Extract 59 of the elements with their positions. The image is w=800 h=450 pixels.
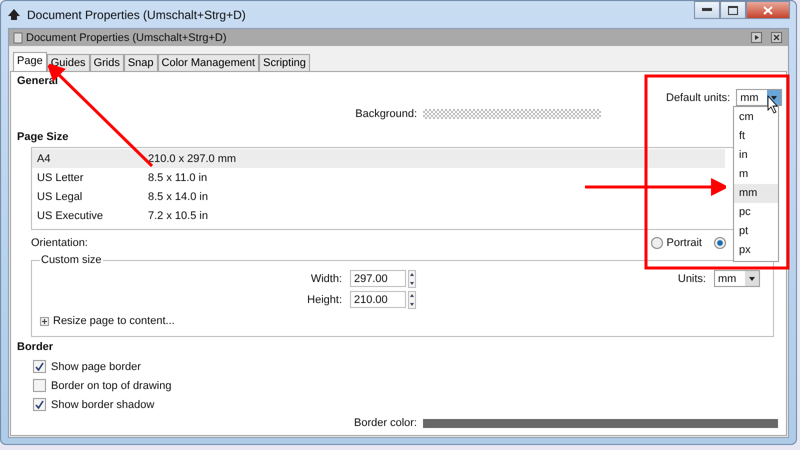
menu-item[interactable]: m	[734, 165, 778, 184]
units-label: Units:	[678, 272, 706, 284]
spin-arrows-icon[interactable]	[408, 270, 416, 288]
background-label: Background:	[354, 108, 418, 120]
play-icon[interactable]	[751, 32, 762, 43]
page-size-row[interactable]: US Legal 8.5 x 14.0 in	[32, 187, 725, 206]
menu-item[interactable]: mm	[734, 184, 778, 203]
border-color-label: Border color:	[353, 417, 418, 429]
tab[interactable]: Snap	[124, 54, 158, 71]
menu-item[interactable]: pc	[734, 203, 778, 222]
expander-label[interactable]: Resize page to content...	[53, 315, 175, 327]
tab[interactable]: Scripting	[259, 54, 310, 71]
menu-item[interactable]: px	[734, 241, 778, 260]
maximize-button[interactable]	[720, 1, 746, 19]
orientation-label: Orientation:	[31, 237, 88, 249]
checkbox-label[interactable]: Show border shadow	[51, 398, 154, 410]
expand-icon[interactable]	[40, 316, 49, 326]
radio-button[interactable]	[650, 237, 663, 249]
radio-label[interactable]: Portrait	[666, 237, 702, 249]
default-units-combo[interactable]: mm	[736, 89, 782, 106]
default-units-label: Default units:	[666, 92, 730, 104]
tab[interactable]: Page	[13, 52, 47, 71]
document-icon	[13, 32, 23, 44]
checkbox[interactable]	[33, 360, 46, 373]
section-heading: Page Size	[17, 131, 68, 145]
menu-item[interactable]: cm	[734, 108, 778, 127]
checkbox[interactable]	[33, 398, 46, 411]
section-heading: Border	[17, 341, 54, 355]
close-icon[interactable]	[771, 32, 782, 43]
checkbox-label[interactable]: Show page border	[51, 360, 141, 372]
checkbox-label[interactable]: Border on top of drawing	[51, 380, 172, 392]
dock-title: Document Properties (Umschalt+Strg+D)	[26, 32, 227, 44]
width-label: Width:	[310, 272, 343, 284]
height-field[interactable]: 210.00	[350, 291, 406, 308]
app-icon	[7, 8, 21, 22]
menu-item[interactable]: pt	[734, 222, 778, 241]
window-title: Document Properties (Umschalt+Strg+D)	[27, 8, 246, 22]
height-label: Height:	[306, 294, 343, 306]
units-combo[interactable]: mm	[714, 270, 760, 287]
maximize-icon[interactable]	[728, 6, 738, 14]
group-legend: Custom size	[40, 254, 103, 266]
minimize-icon[interactable]	[702, 8, 712, 12]
checkbox[interactable]	[33, 379, 46, 392]
width-field[interactable]: 297.00	[350, 270, 406, 287]
section-heading: General	[17, 75, 58, 89]
minimize-button[interactable]	[694, 1, 720, 19]
page-size-row[interactable]: US Executive 7.2 x 10.5 in	[32, 206, 725, 225]
menu-item[interactable]: in	[734, 146, 778, 165]
dropdown-icon[interactable]	[745, 271, 759, 286]
background-swatch[interactable]	[423, 109, 601, 119]
border-color-swatch[interactable]	[423, 418, 778, 428]
close-button[interactable]	[746, 1, 790, 19]
spin-arrows-icon[interactable]	[408, 290, 416, 308]
radio-button[interactable]	[714, 237, 726, 249]
page-size-row[interactable]: A4 210.0 x 297.0 mm	[32, 149, 725, 168]
menu-item[interactable]: ft	[734, 127, 778, 146]
tab[interactable]: Grids	[90, 54, 124, 71]
tab[interactable]: Color Management	[158, 54, 260, 71]
page-size-row[interactable]: US Letter 8.5 x 11.0 in	[32, 168, 725, 187]
